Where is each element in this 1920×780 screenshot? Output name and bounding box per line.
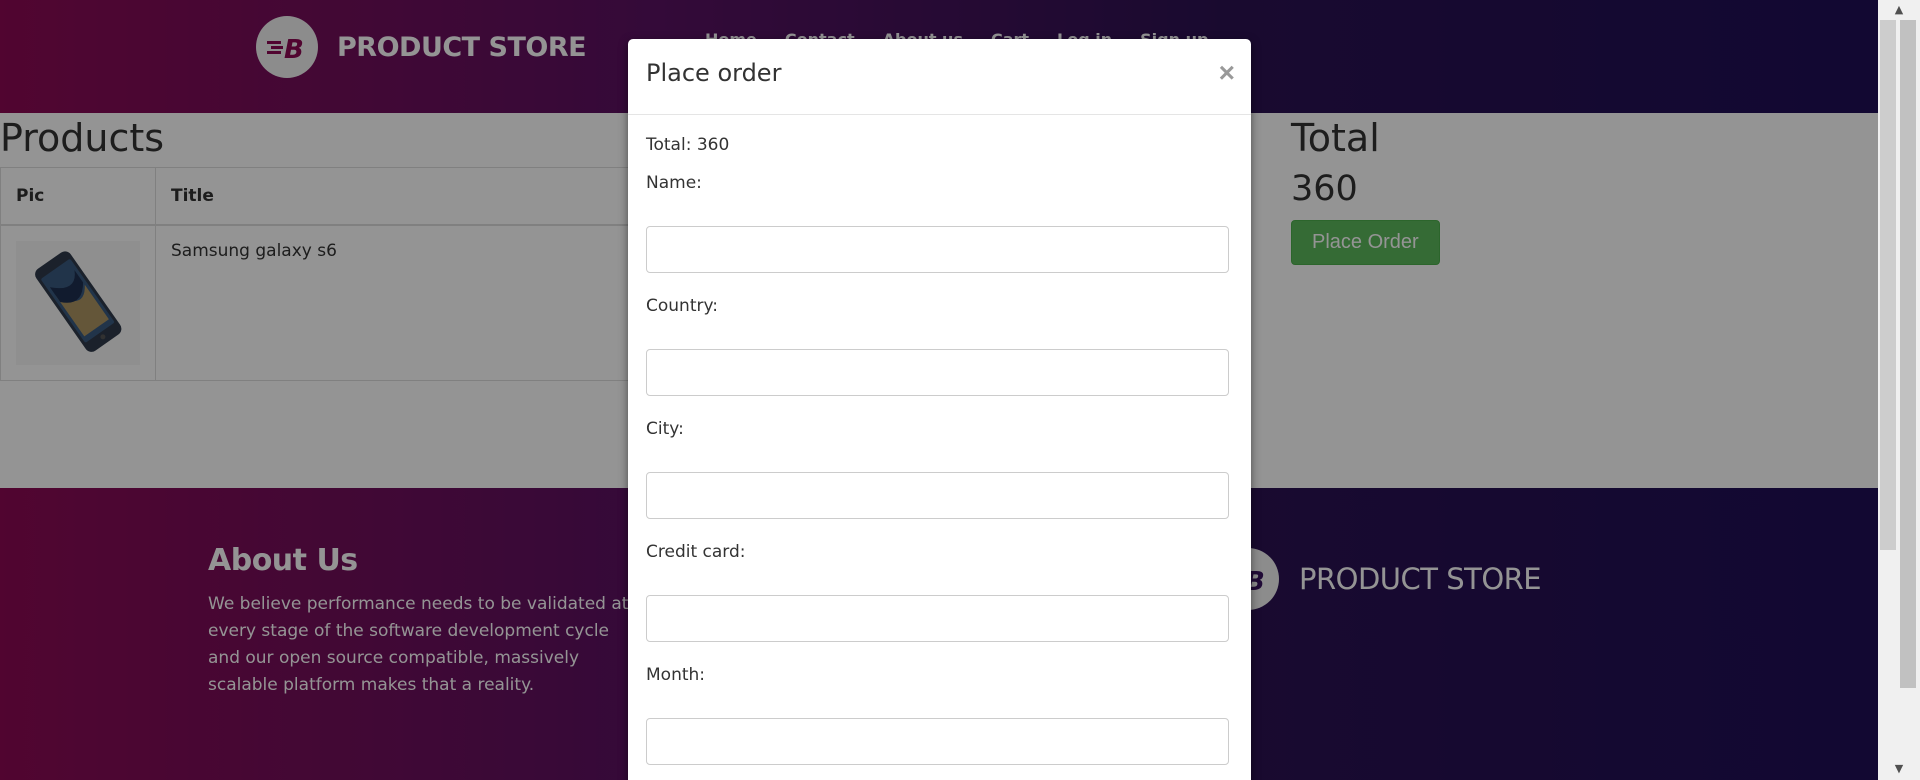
city-label: City: (646, 419, 684, 439)
scrollbar[interactable]: ▲ ▼ (1878, 0, 1920, 780)
page: B PRODUCT STORE Home Contact About us Ca… (0, 0, 1878, 780)
page-scroll-thumb[interactable] (1880, 20, 1896, 550)
credit-card-label: Credit card: (646, 542, 746, 562)
country-field[interactable] (646, 349, 1229, 396)
order-total: Total: 360 (646, 135, 730, 155)
credit-card-field[interactable] (646, 595, 1229, 642)
scroll-up-icon[interactable]: ▲ (1886, 2, 1912, 18)
modal-header: Place order × (628, 39, 1251, 115)
country-label: Country: (646, 296, 719, 316)
modal-body: Total: 360 Name: Country: City: Credit c… (628, 134, 1251, 765)
month-field[interactable] (646, 718, 1229, 765)
close-icon[interactable]: × (1219, 59, 1235, 87)
city-field[interactable] (646, 472, 1229, 519)
month-label: Month: (646, 665, 706, 685)
name-label: Name: (646, 173, 702, 193)
modal-title: Place order (646, 59, 782, 87)
scroll-thumb[interactable] (1900, 20, 1916, 688)
place-order-modal: Place order × Total: 360 Name: Country: … (628, 39, 1251, 780)
name-field[interactable] (646, 226, 1229, 273)
scroll-down-icon[interactable]: ▼ (1886, 761, 1912, 777)
